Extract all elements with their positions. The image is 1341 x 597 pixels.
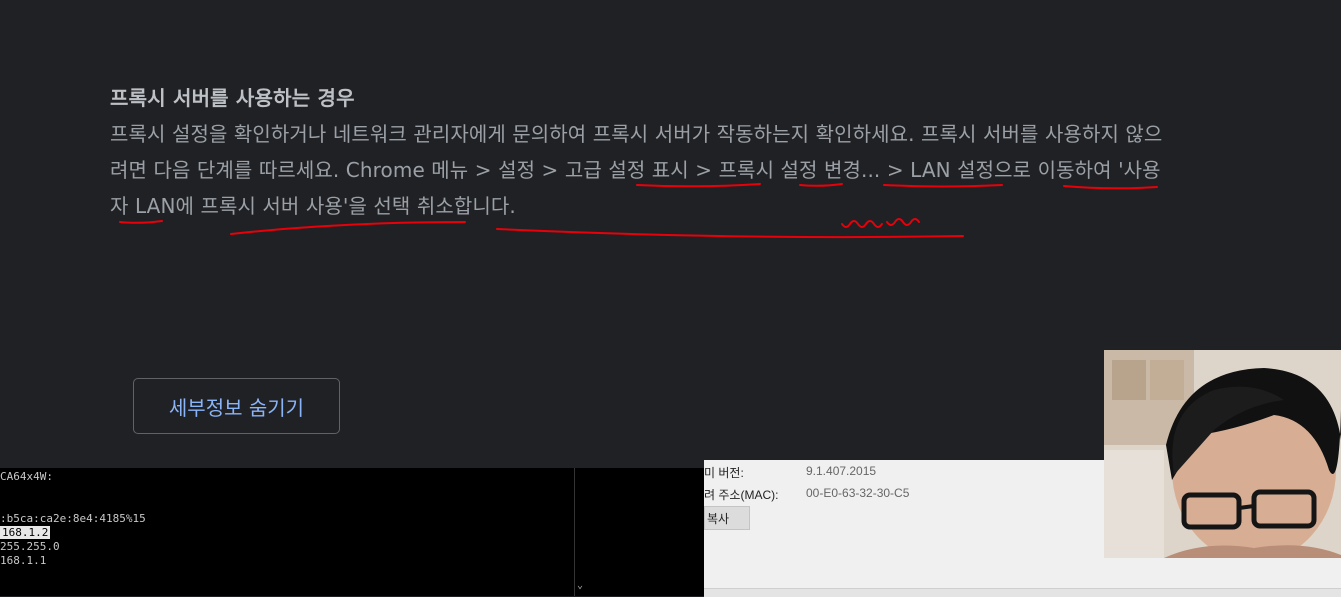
- console-line: CA64x4W:: [0, 470, 53, 483]
- console-line: :b5ca:ca2e:8e4:4185%15: [0, 512, 146, 525]
- scroll-down-icon[interactable]: ⌄: [577, 580, 583, 591]
- console-blank-area: [590, 468, 704, 596]
- webcam-person-image: [1104, 350, 1341, 558]
- step-separator: >: [688, 158, 719, 182]
- scrollbar-track[interactable]: [574, 468, 575, 596]
- step-change-proxy: 프록시 설정 변경...: [718, 158, 881, 182]
- mac-address-label: 려 주소(MAC):: [704, 488, 779, 502]
- driver-version-label: 미 버전:: [704, 466, 744, 480]
- command-prompt-window: CA64x4W: :b5ca:ca2e:8e4:4185%15 168.1.2 …: [0, 468, 590, 596]
- step-separator: >: [880, 158, 911, 182]
- step-advanced-settings: 고급 설정 표시: [564, 158, 689, 182]
- mac-address-value: 00-E0-63-32-30-C5: [806, 486, 910, 500]
- proxy-heading: 프록시 서버를 사용하는 경우: [110, 86, 355, 110]
- step-separator: >: [468, 158, 499, 182]
- step-chrome-menu: Chrome 메뉴: [345, 158, 469, 182]
- driver-version-value: 9.1.407.2015: [806, 464, 877, 478]
- step-settings: 설정: [498, 158, 536, 182]
- console-line: 168.1.1: [0, 554, 47, 567]
- hide-details-button[interactable]: 세부정보 숨기기: [133, 378, 340, 434]
- proxy-instructions: 프록시 설정을 확인하거나 네트워크 관리자에게 문의하여 프록시 서버가 작동…: [110, 116, 1170, 224]
- underline-use-proxy: [496, 228, 964, 239]
- console-line: 168.1.2: [0, 526, 51, 539]
- webcam-overlay: [1104, 350, 1341, 558]
- copy-button[interactable]: 복사: [704, 506, 750, 530]
- step-separator: >: [535, 158, 565, 182]
- console-line: 255.255.0: [0, 540, 60, 553]
- selected-text: 168.1.2: [0, 526, 51, 539]
